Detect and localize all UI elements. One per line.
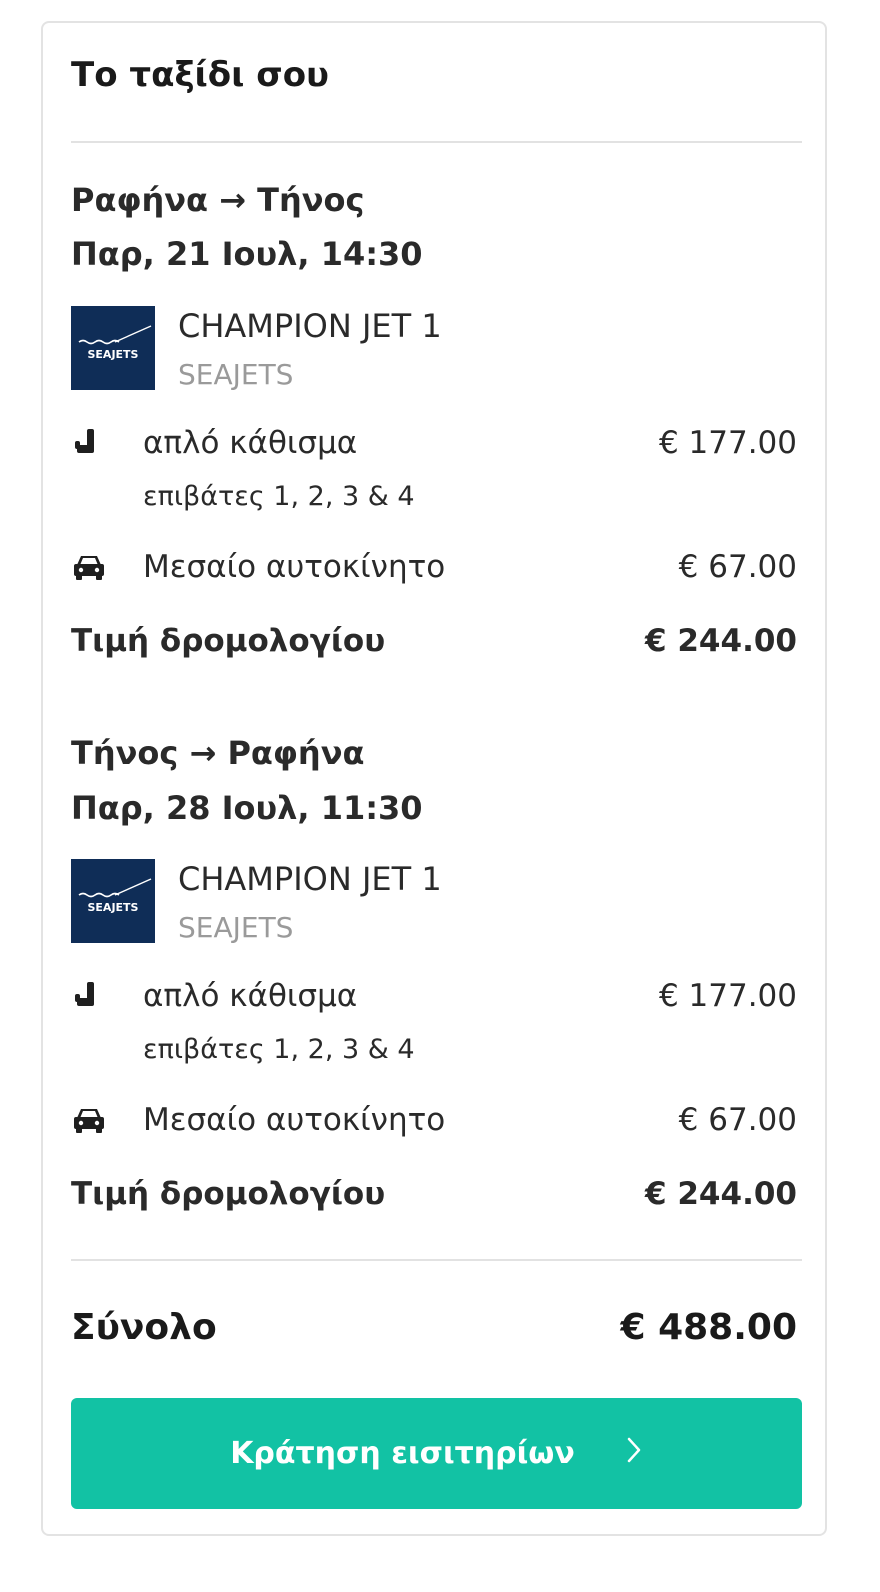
trip-summary-card: Το ταξίδι σου Ραφήνα → Τήνος Παρ, 21 Ιου… [41,21,827,1536]
chevron-right-icon [625,1436,643,1472]
seat-icon [71,978,107,1014]
car-icon [71,549,107,585]
leg-datetime: Παρ, 21 Ιουλ, 14:30 [71,235,423,273]
seat-icon [71,425,107,461]
vehicle-label: Μεσαίο αυτοκίνητο [143,549,446,585]
fare-price: € 177.00 [658,425,797,461]
fare-label: απλό κάθισμα [143,978,358,1014]
leg-route: Ραφήνα → Τήνος [71,181,365,219]
divider [71,1259,802,1261]
leg-total-label: Τιμή δρομολογίου [71,623,386,659]
fare-label: απλό κάθισμα [143,425,358,461]
fare-passengers: επιβάτες 1, 2, 3 & 4 [143,481,415,512]
card-title: Το ταξίδι σου [71,55,330,95]
grand-total-label: Σύνολο [71,1307,217,1348]
operator-logo: SEAJETS [71,859,155,943]
book-tickets-label: Κράτηση εισιτηρίων [230,1436,575,1471]
vehicle-label: Μεσαίο αυτοκίνητο [143,1102,446,1138]
leg-total-price: € 244.00 [645,1176,797,1212]
leg-total-label: Τιμή δρομολογίου [71,1176,386,1212]
operator-name: SEAJETS [178,358,294,391]
grand-total-price: € 488.00 [620,1307,797,1348]
leg-datetime: Παρ, 28 Ιουλ, 11:30 [71,789,423,827]
vehicle-price: € 67.00 [678,1102,797,1138]
divider [71,141,802,143]
leg-route: Τήνος → Ραφήνα [71,734,365,772]
vessel-name: CHAMPION JET 1 [178,860,442,898]
book-tickets-button[interactable]: Κράτηση εισιτηρίων [71,1398,802,1509]
fare-passengers: επιβάτες 1, 2, 3 & 4 [143,1034,415,1065]
car-icon [71,1102,107,1138]
leg-total-price: € 244.00 [645,623,797,659]
svg-text:SEAJETS: SEAJETS [88,901,139,914]
operator-logo: SEAJETS [71,306,155,390]
vehicle-price: € 67.00 [678,549,797,585]
fare-price: € 177.00 [658,978,797,1014]
vessel-name: CHAMPION JET 1 [178,307,442,345]
operator-name: SEAJETS [178,911,294,944]
svg-text:SEAJETS: SEAJETS [88,348,139,361]
